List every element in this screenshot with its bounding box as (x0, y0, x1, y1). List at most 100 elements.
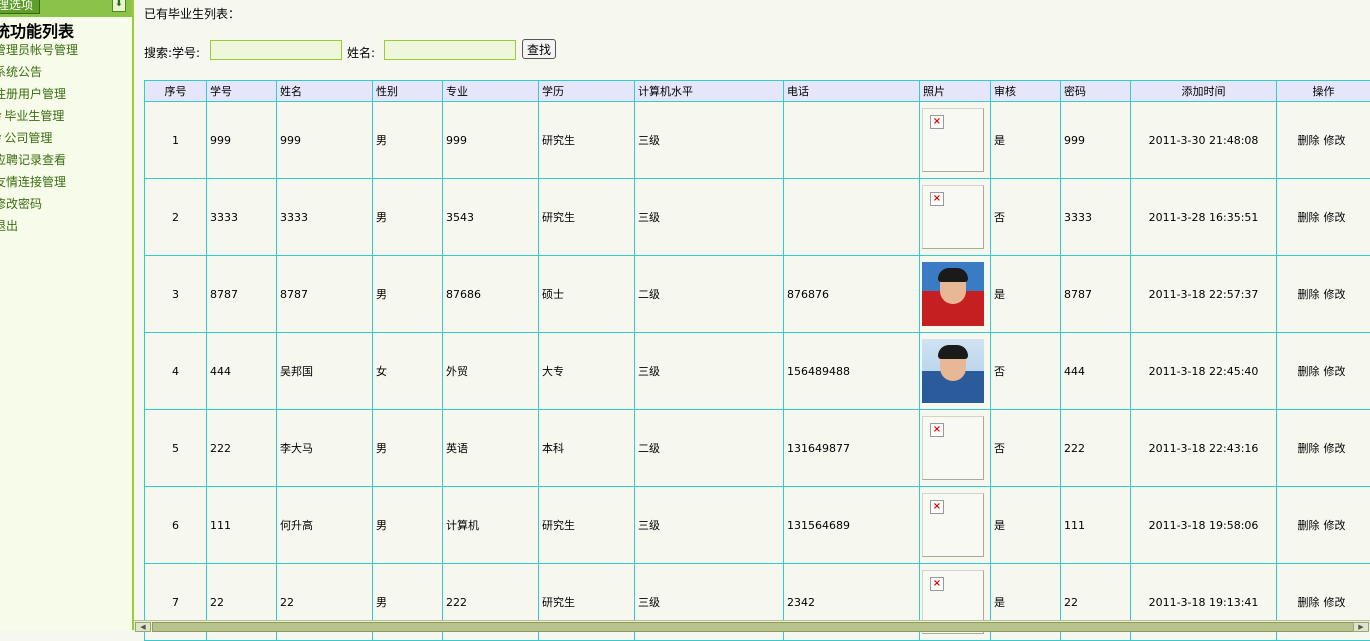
sidebar-item[interactable]: 注册用户管理 (0, 84, 78, 106)
edit-link[interactable]: 修改 (1324, 134, 1346, 147)
table-row: 6111何升高男计算机研究生三级131564689×是1112011-3-18 … (145, 487, 1370, 564)
cell-added: 2011-3-28 16:35:51 (1131, 179, 1277, 256)
cell-sid: 3333 (207, 179, 277, 256)
cell-major: 英语 (443, 410, 539, 487)
broken-image-icon: × (922, 493, 984, 557)
cell-sid: 999 (207, 102, 277, 179)
edit-link[interactable]: 修改 (1324, 442, 1346, 455)
scrollbar-thumb[interactable] (152, 622, 1354, 632)
delete-link[interactable]: 删除 (1298, 211, 1320, 224)
cell-phone: 156489488 (784, 333, 920, 410)
scroll-right-icon[interactable]: ▶ (1353, 622, 1369, 632)
down-arrow-icon[interactable]: ⬇ (112, 0, 126, 12)
edit-link[interactable]: 修改 (1324, 211, 1346, 224)
horizontal-scrollbar[interactable]: ◀ ▶ (134, 620, 1370, 631)
cell-phone: 131649877 (784, 410, 920, 487)
cell-phone: 876876 (784, 256, 920, 333)
bullet-icon: ❦ (0, 112, 2, 123)
cell-computer: 三级 (635, 487, 784, 564)
cell-name: 李大马 (277, 410, 373, 487)
sidebar-menu: 管理员帐号管理系统公告注册用户管理❦毕业生管理❦公司管理应聘记录查看友情连接管理… (0, 40, 78, 238)
cell-no: 1 (145, 102, 207, 179)
sidebar-item[interactable]: 系统公告 (0, 62, 78, 84)
cell-gender: 男 (373, 102, 443, 179)
edit-link[interactable]: 修改 (1324, 288, 1346, 301)
column-header: 密码 (1061, 81, 1131, 102)
table-row: 233333333男3543研究生三级×否33332011-3-28 16:35… (145, 179, 1370, 256)
cell-gender: 男 (373, 179, 443, 256)
cell-actions: 删除修改 (1277, 410, 1370, 487)
cell-gender: 男 (373, 410, 443, 487)
student-id-input[interactable] (210, 40, 342, 60)
delete-link[interactable]: 删除 (1298, 365, 1320, 378)
column-header: 照片 (920, 81, 991, 102)
edit-link[interactable]: 修改 (1324, 365, 1346, 378)
sidebar-item-label: 毕业生管理 (4, 109, 64, 123)
bullet-icon: ❦ (0, 134, 2, 145)
cell-phone (784, 179, 920, 256)
main-content: 已有毕业生列表： 搜索:学号: 姓名: 查找 序号学号姓名性别专业学历计算机水平… (134, 0, 1370, 630)
column-header: 审核 (991, 81, 1061, 102)
edit-link[interactable]: 修改 (1324, 519, 1346, 532)
sidebar-item[interactable]: 退出 (0, 216, 78, 238)
cell-major: 3543 (443, 179, 539, 256)
table-row: 387878787男87686硕士二级876876是87872011-3-18 … (145, 256, 1370, 333)
delete-link[interactable]: 删除 (1298, 134, 1320, 147)
cell-computer: 三级 (635, 333, 784, 410)
photo-cell (920, 256, 991, 333)
cell-degree: 研究生 (539, 179, 635, 256)
column-header: 学历 (539, 81, 635, 102)
close-icon: × (930, 192, 944, 206)
name-input[interactable] (384, 40, 516, 60)
cell-computer: 二级 (635, 410, 784, 487)
cell-degree: 大专 (539, 333, 635, 410)
table-row: 5222李大马男英语本科二级131649877×否2222011-3-18 22… (145, 410, 1370, 487)
cell-no: 2 (145, 179, 207, 256)
delete-link[interactable]: 删除 (1298, 442, 1320, 455)
cell-audit: 否 (991, 179, 1061, 256)
sidebar-item[interactable]: 修改密码 (0, 194, 78, 216)
sidebar-item[interactable]: 应聘记录查看 (0, 150, 78, 172)
cell-degree: 研究生 (539, 102, 635, 179)
table-row: 4444吴邦国女外贸大专三级156489488否4442011-3-18 22:… (145, 333, 1370, 410)
close-icon: × (930, 577, 944, 591)
cell-actions: 删除修改 (1277, 487, 1370, 564)
cell-password: 8787 (1061, 256, 1131, 333)
column-header: 学号 (207, 81, 277, 102)
cell-actions: 删除修改 (1277, 333, 1370, 410)
cell-password: 444 (1061, 333, 1131, 410)
sidebar-item[interactable]: 管理员帐号管理 (0, 40, 78, 62)
sidebar-item[interactable]: ❦毕业生管理 (0, 106, 78, 128)
cell-computer: 二级 (635, 256, 784, 333)
edit-link[interactable]: 修改 (1324, 596, 1346, 609)
sidebar-item[interactable]: ❦公司管理 (0, 128, 78, 150)
delete-link[interactable]: 删除 (1298, 519, 1320, 532)
cell-name: 吴邦国 (277, 333, 373, 410)
broken-image-icon: × (922, 185, 984, 249)
column-header: 序号 (145, 81, 207, 102)
scroll-left-icon[interactable]: ◀ (135, 622, 151, 632)
photo-hair (938, 345, 968, 359)
photo-cell: × (920, 410, 991, 487)
sidebar-item[interactable]: 友情连接管理 (0, 172, 78, 194)
sidebar-item-label: 公司管理 (4, 131, 52, 145)
cell-password: 222 (1061, 410, 1131, 487)
cell-actions: 删除修改 (1277, 179, 1370, 256)
student-photo (922, 339, 984, 403)
cell-name: 3333 (277, 179, 373, 256)
cell-added: 2011-3-18 22:45:40 (1131, 333, 1277, 410)
search-button[interactable]: 查找 (522, 39, 556, 59)
table-header-row: 序号学号姓名性别专业学历计算机水平电话照片审核密码添加时间操作 (145, 81, 1370, 102)
delete-link[interactable]: 删除 (1298, 288, 1320, 301)
search-name-label: 姓名: (347, 44, 375, 61)
close-icon: × (930, 423, 944, 437)
delete-link[interactable]: 删除 (1298, 596, 1320, 609)
table-row: 1999999男999研究生三级×是9992011-3-30 21:48:08删… (145, 102, 1370, 179)
cell-name: 8787 (277, 256, 373, 333)
sidebar-item-label: 友情连接管理 (0, 175, 66, 189)
sidebar-item-label: 管理员帐号管理 (0, 43, 78, 57)
sidebar-title: 统功能列表 (0, 18, 74, 42)
page-title: 已有毕业生列表： (144, 5, 240, 22)
cell-audit: 是 (991, 102, 1061, 179)
sidebar-item-label: 退出 (0, 219, 18, 233)
